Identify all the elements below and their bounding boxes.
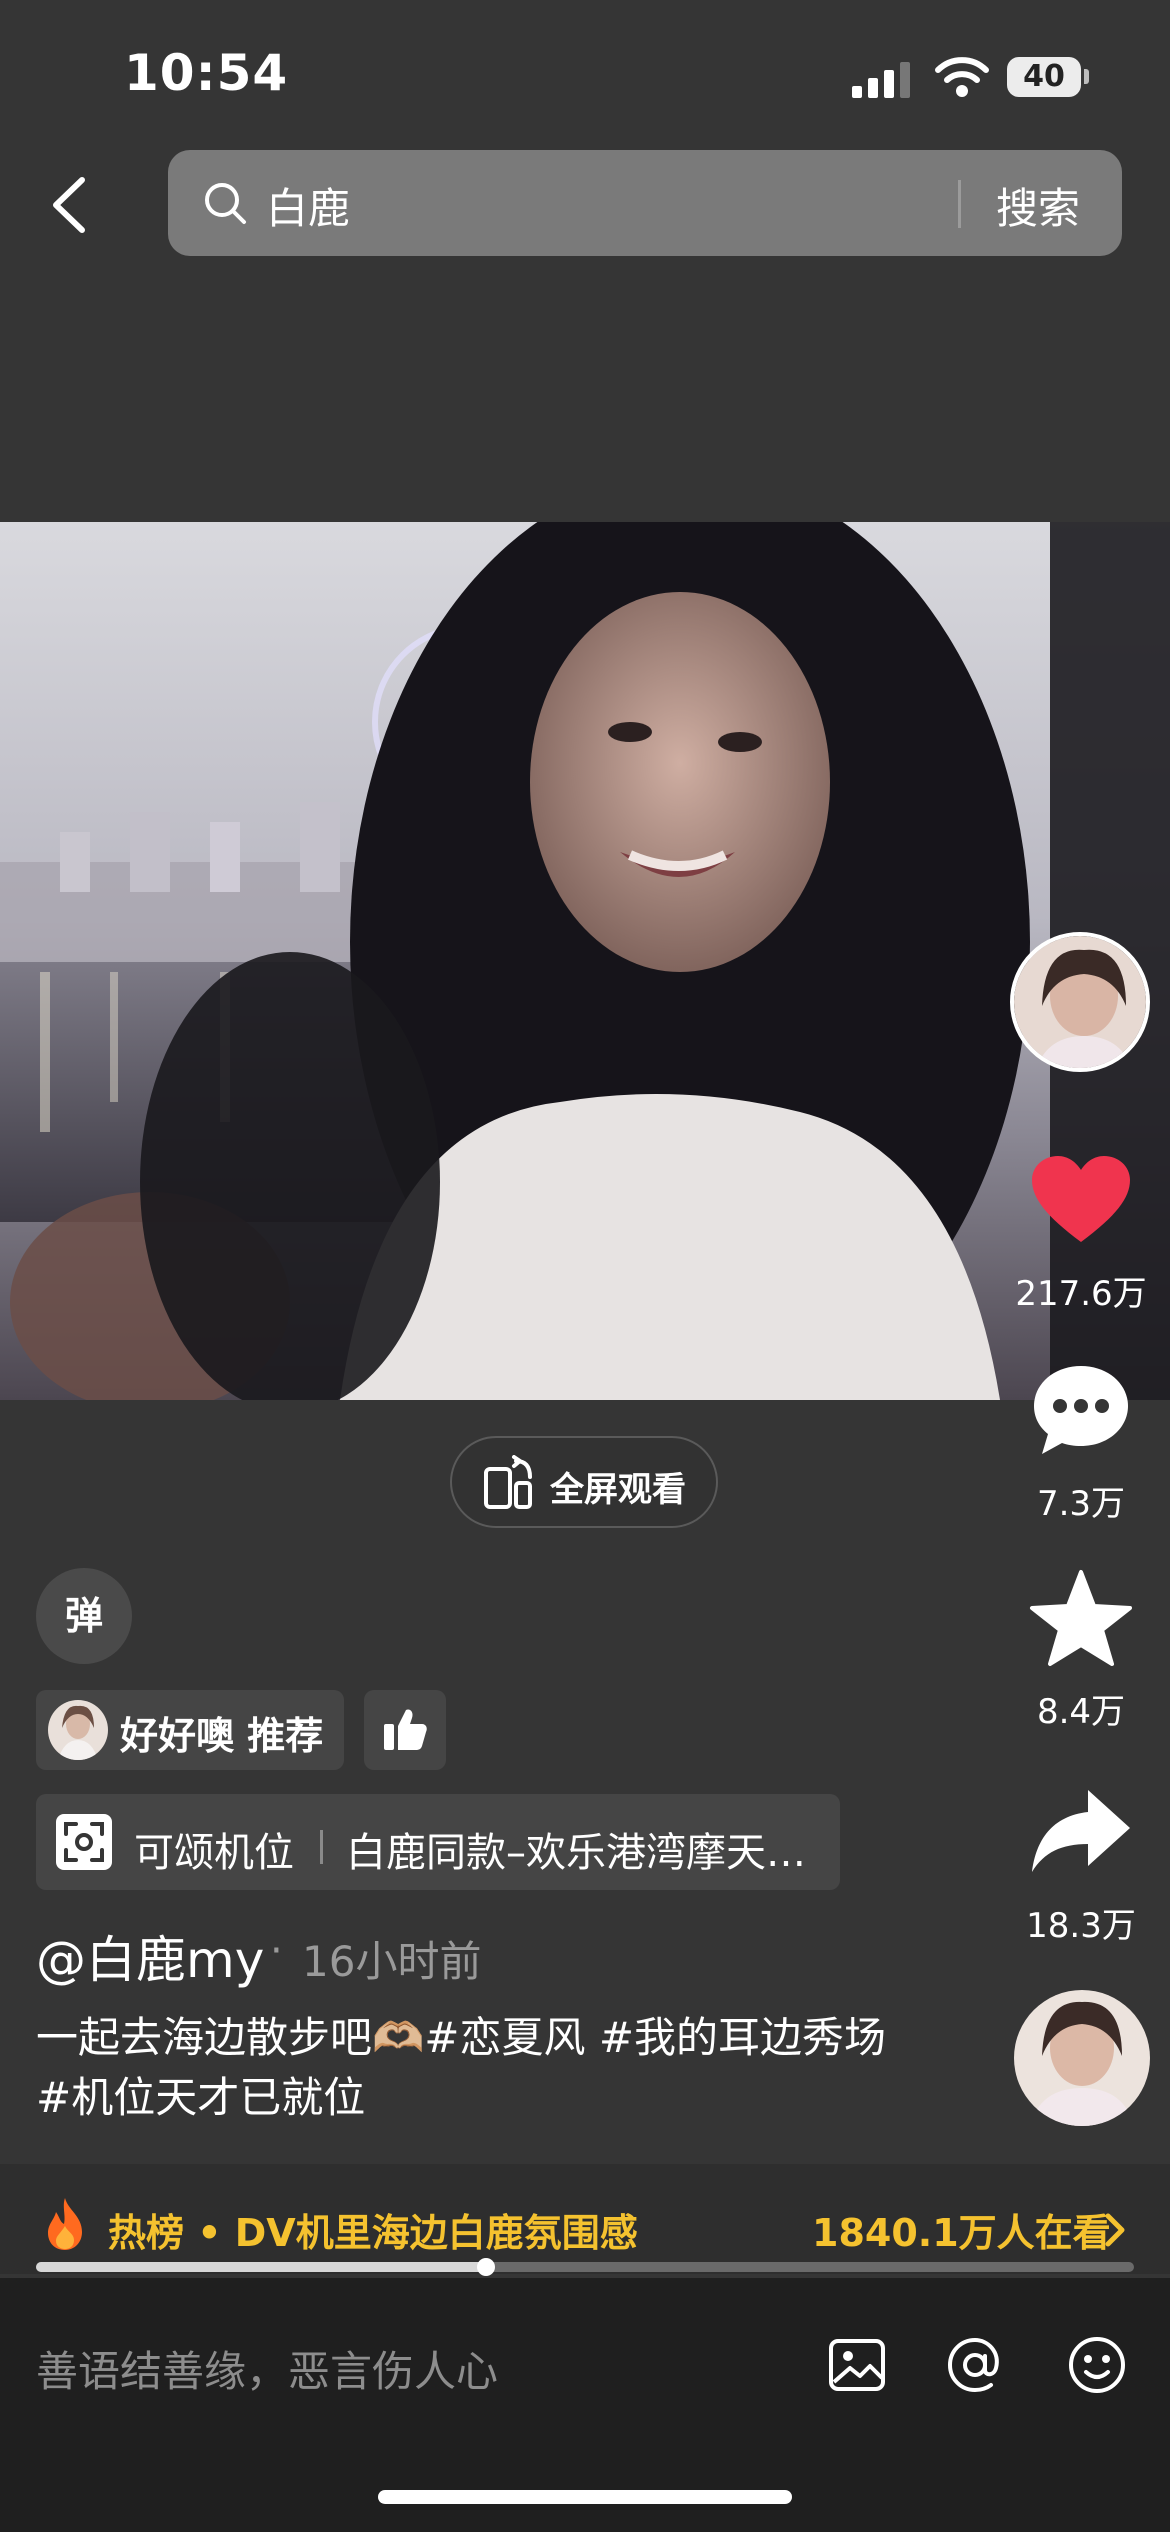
recommender-avatar xyxy=(48,1700,108,1760)
home-indicator xyxy=(378,2490,792,2504)
recommend-label: 好好噢 推荐 xyxy=(120,1714,324,1758)
search-input[interactable]: 白鹿 xyxy=(266,175,350,236)
author-avatar[interactable] xyxy=(1010,932,1150,1072)
rotate-screen-icon xyxy=(484,1455,532,1509)
battery-indicator: 40 xyxy=(1007,57,1081,97)
camera-position-label: 可颂机位 xyxy=(134,1830,294,1876)
fire-icon xyxy=(48,2198,82,2250)
battery-tip xyxy=(1084,69,1089,84)
comment-icon[interactable] xyxy=(1026,1360,1136,1460)
post-time: 16小时前 xyxy=(302,1937,482,1986)
music-disc-avatar[interactable] xyxy=(1014,1990,1150,2126)
search-icon xyxy=(205,183,246,224)
comment-count: 7.3万 xyxy=(1036,1484,1126,1524)
favorite-star-icon[interactable] xyxy=(1026,1568,1136,1668)
author-name[interactable]: @白鹿my xyxy=(36,1920,264,1992)
video-frame-image xyxy=(0,522,1170,1400)
camera-chip-divider xyxy=(320,1830,323,1864)
fullscreen-label: 全屏观看 xyxy=(550,1470,686,1510)
hot-viewer-count: 1840.1万人在看 xyxy=(812,2211,1111,2255)
favorite-count: 8.4万 xyxy=(1036,1692,1126,1732)
at-mention-icon[interactable] xyxy=(944,2334,1006,2396)
signal-icon xyxy=(852,62,910,98)
search-button[interactable]: 搜索 xyxy=(996,175,1080,236)
video-progress-fill xyxy=(36,2262,486,2272)
like-count: 217.6万 xyxy=(1015,1274,1147,1314)
like-icon[interactable] xyxy=(1026,1150,1136,1250)
author-separator: · xyxy=(270,1928,283,1974)
back-icon[interactable] xyxy=(40,170,100,240)
camera-frame-icon xyxy=(56,1814,112,1870)
hot-list-title: 热榜 • DV机里海边白鹿氛围感 xyxy=(108,2211,638,2255)
image-icon[interactable] xyxy=(826,2334,888,2396)
video-progress-knob[interactable] xyxy=(477,2258,495,2276)
thumbs-up-icon xyxy=(384,1709,427,1750)
wifi-icon xyxy=(935,57,989,97)
share-arrow-icon[interactable] xyxy=(1026,1782,1136,1882)
share-count: 18.3万 xyxy=(1026,1906,1136,1946)
post-description[interactable]: 一起去海边散步吧🫶🏼#恋夏风 #我的耳边秀场 #机位天才已就位 xyxy=(36,2008,916,2128)
search-divider xyxy=(958,180,961,228)
danmu-toggle-button[interactable]: 弹 xyxy=(36,1568,132,1664)
comment-input[interactable]: 善语结善缘，恶言伤人心 xyxy=(36,2338,498,2399)
emoji-icon[interactable] xyxy=(1066,2334,1128,2396)
video-player[interactable] xyxy=(0,522,1170,1400)
status-time: 10:54 xyxy=(124,44,289,102)
camera-position-text: 白鹿同款–欢乐港湾摩天… xyxy=(346,1830,806,1876)
chevron-right-icon xyxy=(1105,2213,1125,2247)
